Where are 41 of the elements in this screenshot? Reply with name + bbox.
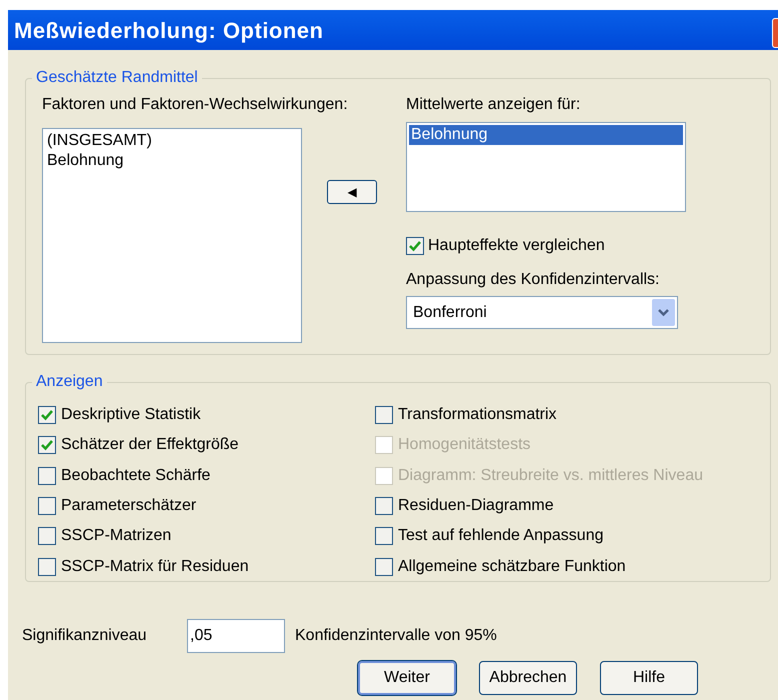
checkbox-label[interactable]: Haupteffekte vergleichen — [428, 234, 605, 258]
checkbox[interactable] — [375, 527, 393, 546]
list-label: Faktoren und Faktoren-Wechselwirkungen: — [42, 95, 349, 115]
checkbox-label[interactable]: Schätzer der Effektgröße — [61, 433, 239, 458]
checkbox-label[interactable]: Allgemeine schätzbare Funktion — [398, 554, 626, 579]
checkbox-label[interactable]: Test auf fehlende Anpassung — [398, 524, 604, 548]
checkbox[interactable] — [375, 406, 393, 424]
checkbox-label[interactable]: SSCP-Matrix für Residuen — [61, 554, 249, 579]
confidence-note: Konfidenzintervalle von 95% — [295, 626, 497, 646]
checkbox[interactable] — [38, 436, 56, 454]
checkbox-label[interactable]: Transformationsmatrix — [398, 403, 557, 428]
means-list[interactable]: Belohnung — [406, 122, 686, 212]
checkbox[interactable] — [38, 558, 56, 576]
significance-field[interactable]: ,05 — [187, 619, 285, 653]
dialog-button[interactable]: Weiter — [358, 661, 456, 695]
checkbox-label[interactable]: Parameterschätzer — [61, 494, 196, 518]
checkbox[interactable] — [38, 527, 56, 546]
list-item[interactable]: Belohnung — [409, 125, 683, 145]
list-item[interactable]: (INSGESAMT) — [45, 131, 299, 151]
dialog-button[interactable]: Hilfe — [600, 661, 698, 695]
move-button[interactable]: ◀ — [327, 180, 377, 204]
checkbox[interactable] — [38, 497, 56, 516]
checkbox-label[interactable]: Beobachtete Schärfe — [61, 464, 210, 488]
checkbox-label[interactable]: Deskriptive Statistik — [61, 403, 201, 428]
checkbox[interactable] — [375, 497, 393, 516]
adjustment-dropdown[interactable]: Bonferroni — [406, 296, 678, 329]
field-label: Anpassung des Konfidenzintervalls: — [406, 270, 660, 290]
checkbox-label[interactable]: Residuen-Diagramme — [398, 494, 554, 518]
checkbox[interactable] — [406, 237, 424, 255]
field-label: Signifikanzniveau — [22, 626, 148, 646]
dialog-button[interactable]: Abbrechen — [479, 661, 577, 695]
list-label: Mittelwerte anzeigen für: — [406, 95, 582, 115]
list-item[interactable]: Belohnung — [45, 151, 299, 171]
checkbox[interactable] — [375, 558, 393, 576]
checkbox[interactable] — [38, 466, 56, 485]
factor-list[interactable]: (INSGESAMT) Belohnung — [42, 128, 302, 343]
checkbox[interactable] — [38, 406, 56, 424]
dropdown-value: Bonferroni — [413, 302, 487, 322]
checkbox-label[interactable]: SSCP-Matrizen — [61, 524, 172, 548]
group-title: Anzeigen — [32, 372, 107, 392]
window-title: Meßwiederholung: Optionen — [14, 16, 324, 45]
